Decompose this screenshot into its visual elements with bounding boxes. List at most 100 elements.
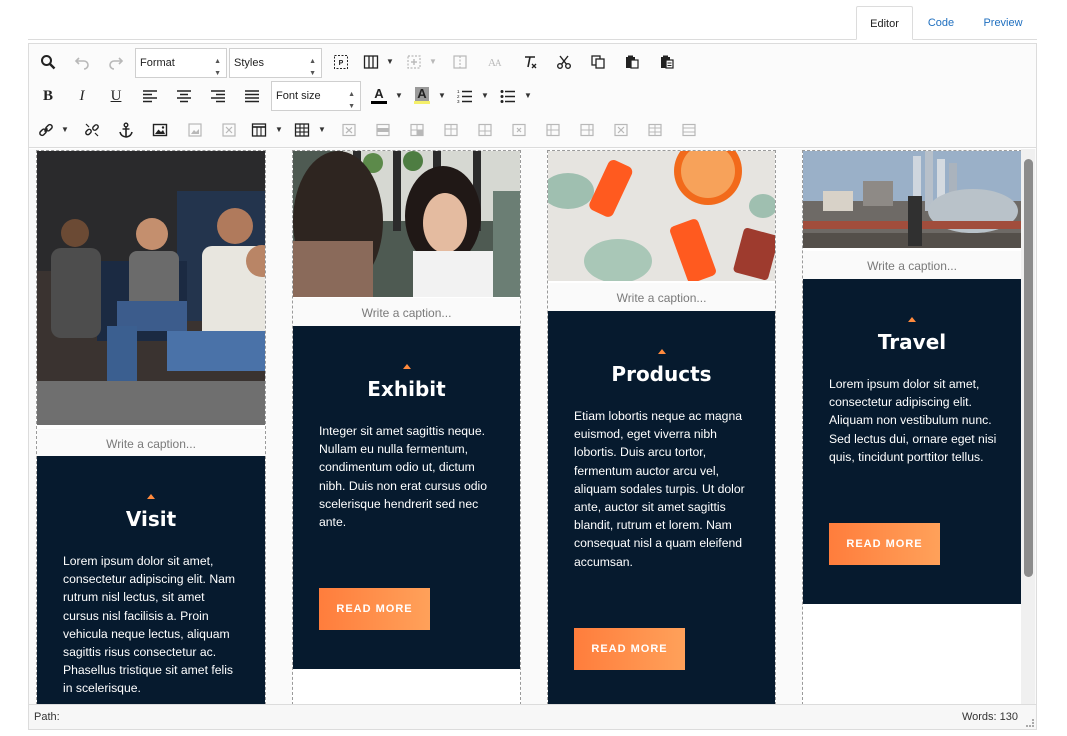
visit-caption[interactable]: Write a caption... — [37, 429, 265, 459]
align-center-icon[interactable] — [173, 85, 195, 107]
columns-icon[interactable] — [360, 51, 382, 73]
insert-block-dropdown-caret[interactable]: ▼ — [429, 51, 437, 73]
products-photo[interactable] — [548, 151, 775, 281]
travel-read-more-button[interactable]: READ MORE — [829, 523, 940, 565]
exhibit-caption[interactable]: Write a caption... — [293, 298, 520, 328]
table-properties-icon[interactable] — [248, 119, 270, 141]
numbered-list-icon[interactable]: 123 — [454, 85, 476, 107]
svg-text:A: A — [495, 58, 502, 68]
paragraph-block-icon[interactable]: P — [330, 51, 352, 73]
travel-panel: Travel Lorem ipsum dolor sit amet, conse… — [803, 279, 1021, 604]
clear-formatting-icon[interactable] — [519, 51, 541, 73]
numbered-list-dropdown-caret[interactable]: ▼ — [481, 85, 489, 107]
font-size-select[interactable]: Font size ▲ ▼ — [271, 81, 361, 111]
align-left-icon[interactable] — [139, 85, 161, 107]
travel-text: Lorem ipsum dolor sit amet, consectetur … — [829, 377, 997, 464]
underline-button[interactable]: U — [105, 85, 127, 107]
visit-photo[interactable] — [37, 151, 265, 425]
editor-content[interactable]: Write a caption... Visit Lorem ipsum dol… — [29, 149, 1036, 704]
editor-tabs: Editor Code Preview — [0, 0, 1067, 41]
accent-triangle-icon — [402, 364, 411, 369]
tab-preview[interactable]: Preview — [972, 6, 1034, 40]
delete-row-icon[interactable] — [508, 119, 530, 141]
content-scrollbar[interactable] — [1021, 149, 1035, 704]
table-icon[interactable] — [291, 119, 313, 141]
products-text: Etiam lobortis neque ac magna euismod, e… — [574, 409, 745, 569]
exhibit-read-more-button[interactable]: READ MORE — [319, 588, 430, 630]
bullet-list-dropdown-caret[interactable]: ▼ — [524, 85, 532, 107]
styles-select[interactable]: Styles ▲ ▼ — [229, 48, 322, 78]
bullet-list-icon[interactable] — [497, 85, 519, 107]
text-color-swatch — [371, 100, 387, 104]
rich-text-editor: Format ▲ ▼ Styles ▲ ▼ P ▼ ▼ AA B I U Fon… — [28, 43, 1037, 730]
copy-icon[interactable] — [587, 51, 609, 73]
table-dropdown-caret[interactable]: ▼ — [318, 119, 326, 141]
select-arrows-icon: ▲ ▼ — [214, 58, 221, 77]
block-split-icon[interactable] — [449, 51, 471, 73]
travel-photo[interactable] — [803, 151, 1021, 248]
merge-cells-icon[interactable] — [644, 119, 666, 141]
card-exhibit[interactable]: Write a caption... Exhibit Integer sit a… — [292, 150, 521, 704]
exhibit-photo[interactable] — [293, 151, 520, 297]
paste-icon[interactable] — [621, 51, 643, 73]
exhibit-text: Integer sit amet sagittis neque. Nullam … — [319, 424, 488, 530]
columns-dropdown-caret[interactable]: ▼ — [386, 51, 394, 73]
paragraph-letter: P — [339, 60, 344, 67]
link-icon[interactable] — [35, 119, 57, 141]
accent-triangle-icon — [147, 494, 155, 499]
italic-button[interactable]: I — [71, 85, 93, 107]
table-properties-dropdown-caret[interactable]: ▼ — [275, 119, 283, 141]
font-case-icon[interactable]: AA — [484, 51, 506, 73]
undo-icon[interactable] — [71, 51, 93, 73]
unlink-icon[interactable] — [81, 119, 103, 141]
insert-column-after-icon[interactable] — [576, 119, 598, 141]
toolbar-row-1: Format ▲ ▼ Styles ▲ ▼ P ▼ ▼ AA — [29, 48, 1036, 83]
insert-column-before-icon[interactable] — [542, 119, 564, 141]
insert-row-after-icon[interactable] — [474, 119, 496, 141]
highlight-color-swatch — [414, 100, 430, 104]
toolbar-row-3: ▼ ▼ ▼ — [29, 117, 1036, 151]
align-right-icon[interactable] — [207, 85, 229, 107]
visit-panel: Visit Lorem ipsum dolor sit amet, consec… — [37, 456, 265, 704]
search-icon[interactable] — [37, 51, 59, 73]
bold-button[interactable]: B — [37, 85, 59, 107]
text-color-dropdown-caret[interactable]: ▼ — [395, 85, 403, 107]
card-visit[interactable]: Write a caption... Visit Lorem ipsum dol… — [36, 150, 266, 704]
delete-column-icon[interactable] — [610, 119, 632, 141]
products-read-more-button[interactable]: READ MORE — [574, 628, 685, 670]
paste-as-text-icon[interactable] — [656, 51, 678, 73]
highlight-color-button[interactable]: A — [411, 84, 433, 106]
visit-title: Visit — [125, 507, 177, 531]
text-color-button[interactable]: A — [368, 84, 390, 106]
select-arrows-icon: ▲ ▼ — [309, 58, 316, 77]
editor-toolbar: Format ▲ ▼ Styles ▲ ▼ P ▼ ▼ AA B I U Fon… — [29, 44, 1036, 148]
resize-handle-icon[interactable] — [1026, 719, 1034, 727]
tab-code[interactable]: Code — [917, 6, 965, 40]
insert-block-icon[interactable] — [403, 51, 425, 73]
products-panel: Products Etiam lobortis neque ac magna e… — [548, 311, 775, 704]
tab-editor[interactable]: Editor — [856, 6, 913, 40]
select-arrows-icon: ▲ ▼ — [348, 91, 355, 110]
remove-image-icon[interactable] — [218, 119, 240, 141]
edit-image-icon[interactable] — [184, 119, 206, 141]
card-products[interactable]: Write a caption... Products Etiam lobort… — [547, 150, 776, 704]
image-icon[interactable] — [149, 119, 171, 141]
format-select[interactable]: Format ▲ ▼ — [135, 48, 227, 78]
anchor-icon[interactable] — [115, 119, 137, 141]
split-cells-icon[interactable] — [678, 119, 700, 141]
scrollbar-thumb[interactable] — [1024, 159, 1033, 577]
products-caption[interactable]: Write a caption... — [548, 283, 775, 313]
travel-caption[interactable]: Write a caption... — [803, 251, 1021, 281]
cell-properties-icon[interactable] — [406, 119, 428, 141]
card-travel[interactable]: Write a caption... Travel Lorem ipsum do… — [802, 150, 1022, 704]
styles-select-value: Styles — [234, 57, 264, 69]
link-dropdown-caret[interactable]: ▼ — [61, 119, 69, 141]
highlight-color-dropdown-caret[interactable]: ▼ — [438, 85, 446, 107]
insert-row-before-icon[interactable] — [440, 119, 462, 141]
align-justify-icon[interactable] — [241, 85, 263, 107]
row-properties-icon[interactable] — [372, 119, 394, 141]
highlight-color-letter: A — [415, 85, 429, 101]
delete-table-icon[interactable] — [338, 119, 360, 141]
cut-icon[interactable] — [553, 51, 575, 73]
redo-icon[interactable] — [105, 51, 127, 73]
